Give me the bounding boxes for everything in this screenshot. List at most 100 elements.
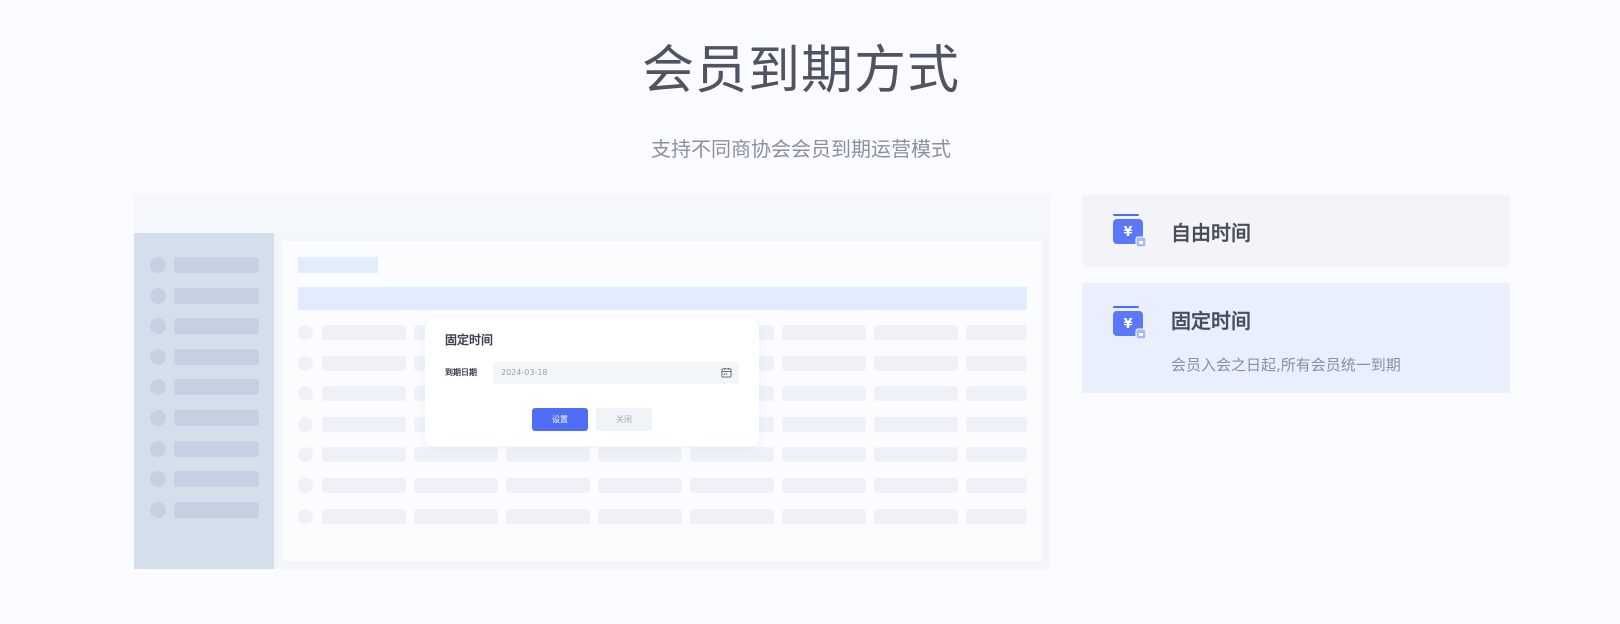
preview-table-cell — [322, 478, 406, 493]
preview-sidebar-dot — [150, 348, 166, 365]
preview-sidebar-item — [150, 287, 260, 304]
preview-table-cell — [322, 386, 406, 402]
preview-sidebar-bar — [174, 348, 259, 365]
preview-table-cell — [506, 447, 590, 463]
preview-table-cell — [322, 355, 406, 371]
preview-table-cell — [782, 508, 866, 524]
preview-sidebar-dot — [150, 257, 166, 273]
preview-table-cell — [598, 478, 682, 493]
preview-table-cell — [414, 508, 498, 524]
yuan-wallet-icon: ¥ — [1113, 306, 1147, 340]
preview-row-dot — [298, 478, 313, 493]
preview-table-cell — [874, 447, 958, 463]
preview-sidebar-item — [150, 318, 260, 335]
option-description: 会员入会之日起,所有会员统一到期 — [1171, 356, 1401, 374]
preview-table-cell — [598, 508, 682, 524]
preview-table-cell — [782, 325, 866, 340]
preview-sidebar-bar — [174, 257, 259, 273]
preview-table-cell — [322, 325, 406, 340]
preview-table-cell — [874, 386, 958, 402]
preview-table-cell — [874, 508, 958, 524]
preview-row-dot — [298, 386, 313, 402]
preview-sidebar-dot — [150, 471, 166, 488]
preview-table-cell — [966, 386, 1027, 402]
option-title: 固定时间 — [1171, 309, 1251, 333]
preview-table-row — [298, 508, 1027, 525]
preview-table-cell — [414, 447, 498, 463]
preview-table-cell — [874, 416, 958, 432]
preview-table-row — [298, 478, 1027, 494]
preview-sidebar-bar — [174, 471, 259, 488]
preview-sidebar-dot — [150, 287, 166, 304]
preview-table-cell — [782, 355, 866, 371]
preview-row-dot — [298, 447, 313, 463]
preview-sidebar-dot — [150, 501, 166, 518]
preview-sidebar-dot — [150, 410, 166, 426]
preview-table-cell — [874, 325, 958, 340]
preview-table-cell — [690, 447, 774, 463]
preview-table-cell — [966, 355, 1027, 371]
preview-row-dot — [298, 416, 313, 432]
option-card-fixed-time[interactable]: ¥ 固定时间 会员入会之日起,所有会员统一到期 — [1082, 283, 1510, 393]
preview-sidebar-bar — [174, 379, 259, 396]
preview-sidebar-item — [150, 348, 260, 365]
option-title: 自由时间 — [1171, 221, 1251, 245]
expiry-date-input[interactable]: 2024-03-18 — [493, 362, 739, 384]
preview-table-cell — [690, 478, 774, 493]
fixed-time-dialog: 固定时间 到期日期 2024-03-18 设置 关闭 — [425, 319, 759, 446]
calendar-icon[interactable] — [721, 367, 732, 378]
preview-sidebar-dot — [150, 318, 166, 335]
preview-table-cell — [506, 508, 590, 524]
preview-table-cell — [598, 447, 682, 463]
preview-table-cell — [966, 447, 1027, 463]
yuan-wallet-icon: ¥ — [1113, 214, 1147, 248]
preview-sidebar-item — [150, 501, 260, 518]
expiry-date-value: 2024-03-18 — [501, 368, 548, 377]
preview-table-cell — [874, 478, 958, 493]
dialog-title: 固定时间 — [445, 333, 494, 347]
preview-table-row — [298, 447, 1027, 463]
preview-sidebar-item — [150, 471, 260, 488]
preview-sidebar — [134, 233, 274, 569]
expiry-date-label: 到期日期 — [445, 368, 477, 377]
preview-table-cell — [966, 325, 1027, 340]
preview-table-cell — [782, 447, 866, 463]
preview-sidebar-dot — [150, 379, 166, 396]
set-button[interactable]: 设置 — [532, 408, 588, 431]
preview-sidebar-item — [150, 379, 260, 396]
preview-table-cell — [506, 478, 590, 493]
preview-table-cell — [322, 447, 406, 463]
option-card-free-time[interactable]: ¥ 自由时间 — [1082, 195, 1510, 267]
preview-sidebar-dot — [150, 440, 166, 457]
preview-sidebar-bar — [174, 287, 259, 304]
preview-sidebar-item — [150, 410, 260, 426]
preview-table-cell — [782, 478, 866, 493]
preview-table-cell — [782, 386, 866, 402]
preview-sidebar-bar — [174, 318, 259, 335]
svg-text:¥: ¥ — [1123, 317, 1132, 332]
page-subtitle: 支持不同商协会会员到期运营模式 — [651, 137, 951, 161]
preview-sidebar-bar — [174, 410, 259, 426]
preview-sidebar-bar — [174, 440, 259, 457]
preview-table-cell — [782, 416, 866, 432]
preview-row-dot — [298, 355, 313, 371]
preview-table-cell — [966, 478, 1027, 493]
preview-table-cell — [874, 355, 958, 371]
page-title: 会员到期方式 — [641, 41, 960, 101]
preview-table-cell — [690, 508, 774, 524]
preview-table-header — [298, 287, 1027, 310]
preview-table-cell — [322, 416, 406, 432]
preview-title-placeholder — [298, 257, 378, 273]
preview-sidebar-item — [150, 257, 260, 273]
preview-row-dot — [298, 508, 313, 524]
preview-table-cell — [966, 416, 1027, 432]
preview-topbar — [134, 195, 1050, 233]
preview-row-dot — [298, 325, 313, 340]
svg-text:¥: ¥ — [1123, 225, 1132, 240]
preview-table-cell — [414, 478, 498, 493]
close-button[interactable]: 关闭 — [596, 408, 652, 431]
preview-table-cell — [966, 508, 1027, 524]
preview-sidebar-bar — [174, 501, 259, 518]
preview-table-cell — [322, 508, 406, 524]
preview-sidebar-item — [150, 440, 260, 457]
